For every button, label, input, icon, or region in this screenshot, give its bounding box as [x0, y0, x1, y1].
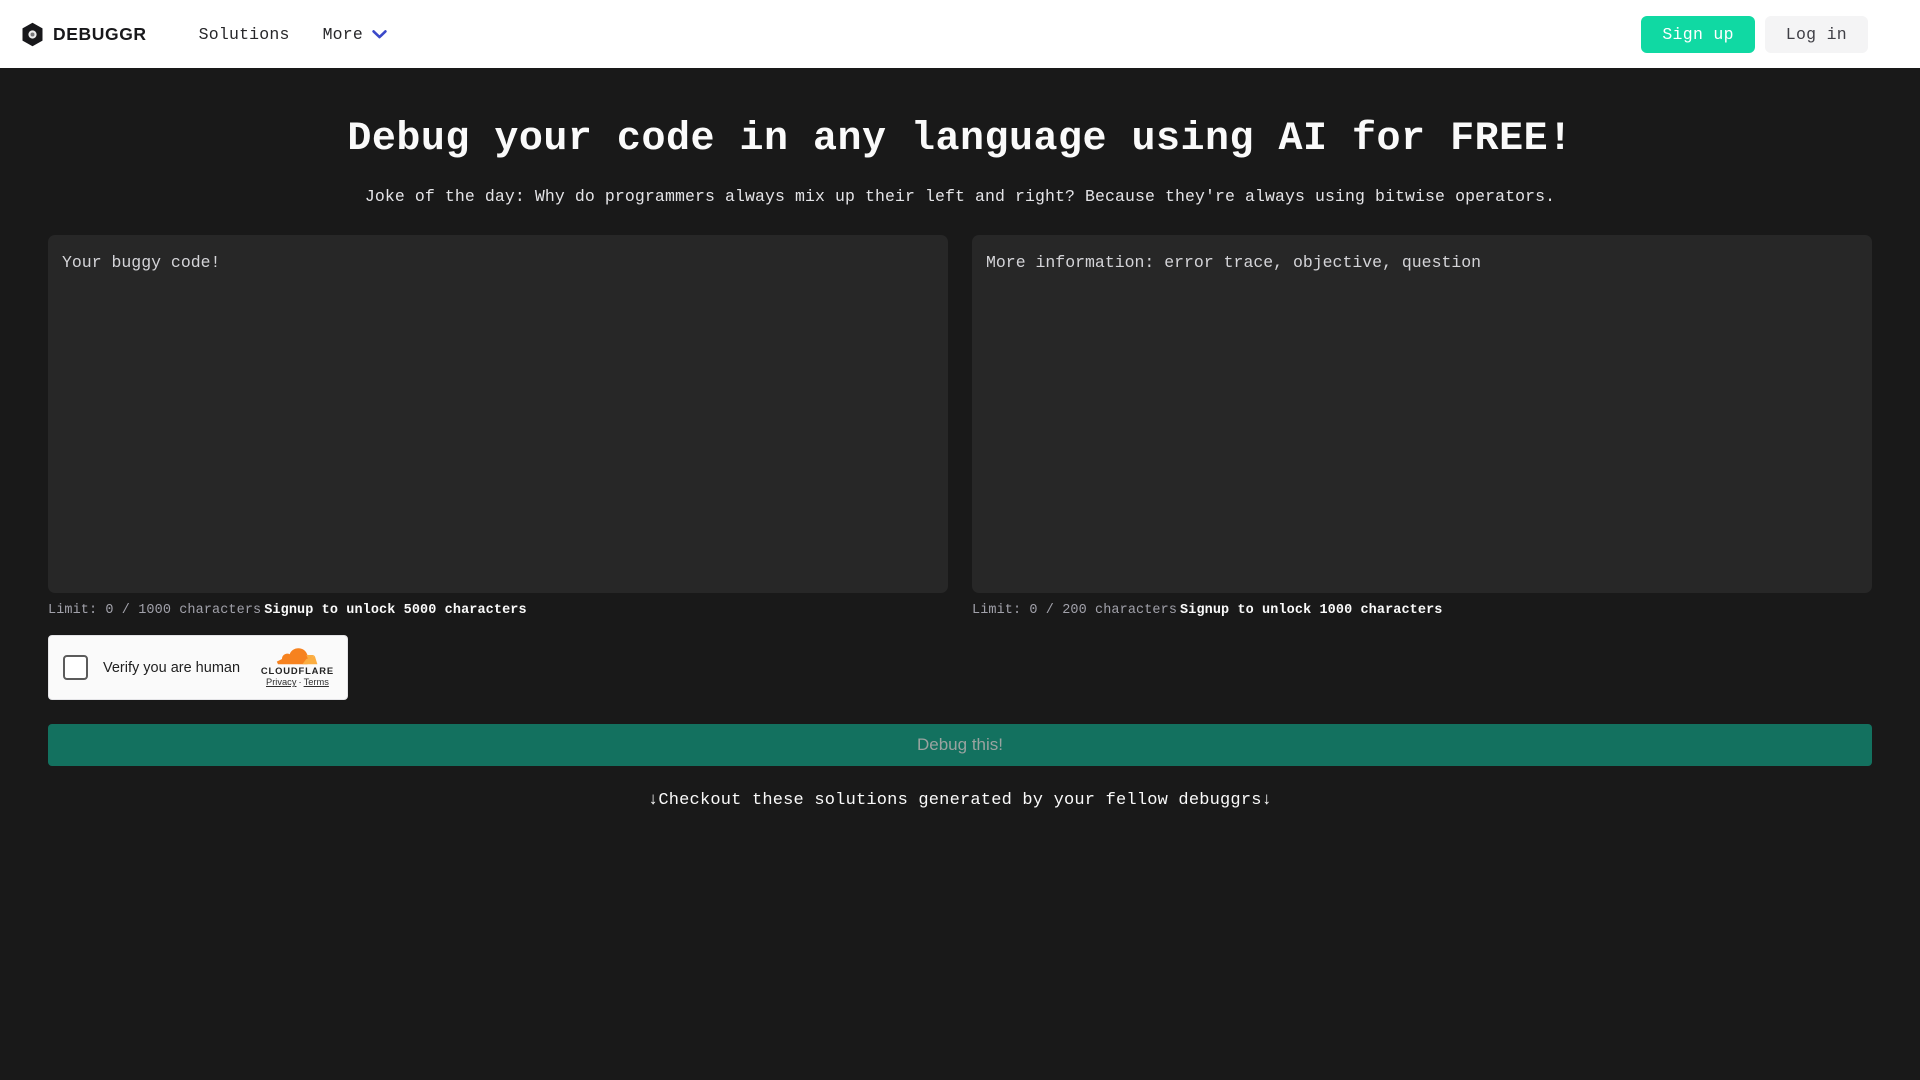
editor-row: Limit: 0 / 1000 charactersSignup to unlo… — [48, 235, 1872, 618]
solutions-cta-text: ↓Checkout these solutions generated by y… — [647, 791, 1273, 810]
right-editor-column: Limit: 0 / 200 charactersSignup to unloc… — [972, 235, 1872, 618]
nav-item-more[interactable]: More — [323, 25, 387, 44]
header-actions: Sign up Log in — [1641, 15, 1868, 53]
page-body: Debug your code in any language using AI… — [0, 68, 1920, 1080]
nav-more-label: More — [322, 24, 363, 44]
brand-name: DEBUGGR — [53, 23, 147, 44]
verify-human-checkbox[interactable] — [63, 655, 88, 680]
cloudflare-turnstile-widget[interactable]: Verify you are human CLOUDFLARE Privacy ·… — [48, 635, 348, 700]
turnstile-terms-link[interactable]: Terms — [304, 677, 329, 687]
more-information-input[interactable] — [972, 235, 1872, 593]
brand-logo[interactable]: DEBUGGR — [21, 22, 147, 47]
left-limit-line: Limit: 0 / 1000 characters Signup to unlo… — [48, 603, 948, 618]
main-nav: Solutions More — [199, 25, 387, 44]
nav-solutions-label: Solutions — [198, 24, 290, 44]
hexagon-bug-logo-icon — [21, 22, 44, 47]
cloudflare-cloud-icon — [276, 647, 318, 665]
left-limit-text: Limit: 0 / 1000 characters — [48, 603, 262, 618]
cloudflare-branding: CLOUDFLARE Privacy · Terms — [260, 647, 334, 688]
cloudflare-wordmark: CLOUDFLARE — [260, 664, 334, 676]
sign-up-button[interactable]: Sign up — [1641, 15, 1755, 53]
right-limit-line: Limit: 0 / 200 characters Signup to unloc… — [972, 603, 1872, 618]
right-limit-text: Limit: 0 / 200 characters — [972, 603, 1178, 618]
buggy-code-input[interactable] — [48, 235, 948, 593]
chevron-down-icon — [372, 25, 387, 44]
left-unlock-text[interactable]: Signup to unlock 5000 characters — [264, 603, 526, 618]
turnstile-privacy-link[interactable]: Privacy — [266, 677, 296, 687]
verify-human-label: Verify you are human — [103, 659, 241, 676]
left-editor-column: Limit: 0 / 1000 charactersSignup to unlo… — [48, 235, 948, 618]
log-in-button[interactable]: Log in — [1764, 15, 1868, 53]
site-header: DEBUGGR Solutions More Sign up Log in — [0, 0, 1920, 68]
joke-of-the-day: Joke of the day: Why do programmers alwa… — [364, 187, 1556, 206]
turnstile-links: Privacy · Terms — [266, 677, 329, 688]
page-title: Debug your code in any language using AI… — [347, 117, 1573, 162]
nav-item-solutions[interactable]: Solutions — [199, 25, 290, 44]
turnstile-link-separator: · — [298, 677, 302, 688]
right-unlock-text[interactable]: Signup to unlock 1000 characters — [1180, 603, 1442, 618]
debug-this-button[interactable]: Debug this! — [48, 724, 1872, 766]
